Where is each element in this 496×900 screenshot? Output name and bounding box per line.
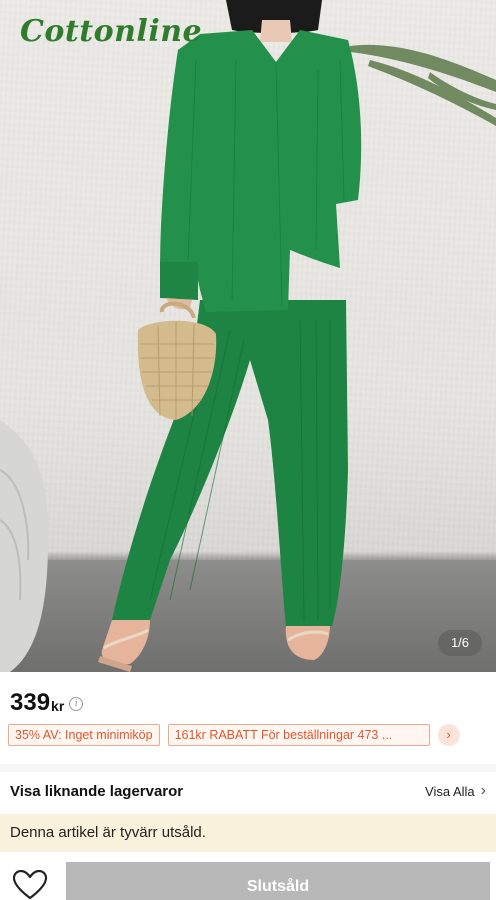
section-divider <box>0 764 496 772</box>
plant-leaves <box>350 44 496 126</box>
model-photo <box>0 0 496 672</box>
heart-icon[interactable] <box>12 870 48 900</box>
price-currency: kr <box>51 698 65 714</box>
see-all-label: Visa Alla <box>425 783 475 799</box>
coupon-discount-161kr[interactable]: 161kr RABATT För beställningar 473 ... <box>167 724 430 746</box>
coupon-row: 35% AV: Inget minimiköp 161kr RABATT För… <box>8 724 488 746</box>
couch <box>0 420 49 672</box>
coupon-more-chevron-icon[interactable]: › <box>437 724 460 746</box>
brand-logo: Cottonline <box>20 14 203 49</box>
photo-counter: 1/6 <box>438 630 482 656</box>
sold-out-button[interactable]: Slutsåld <box>66 862 490 900</box>
price-value: 339 <box>10 689 51 716</box>
similar-items-title: Visa liknande lagervaror <box>10 782 184 800</box>
see-all-link[interactable]: Visa Alla › <box>425 782 486 800</box>
price-row: 339 kr i <box>10 689 84 716</box>
sandals <box>98 620 330 672</box>
chevron-right-icon: › <box>480 782 486 799</box>
shirt <box>160 30 362 312</box>
product-image[interactable]: Cottonline 1/6 <box>0 0 496 672</box>
sold-out-notice: Denna artikel är tyvärr utsåld. <box>0 814 496 852</box>
similar-items-row[interactable]: Visa liknande lagervaror Visa Alla › <box>0 772 496 810</box>
coupon-discount-35[interactable]: 35% AV: Inget minimiköp <box>8 724 160 746</box>
info-icon[interactable]: i <box>69 697 84 711</box>
